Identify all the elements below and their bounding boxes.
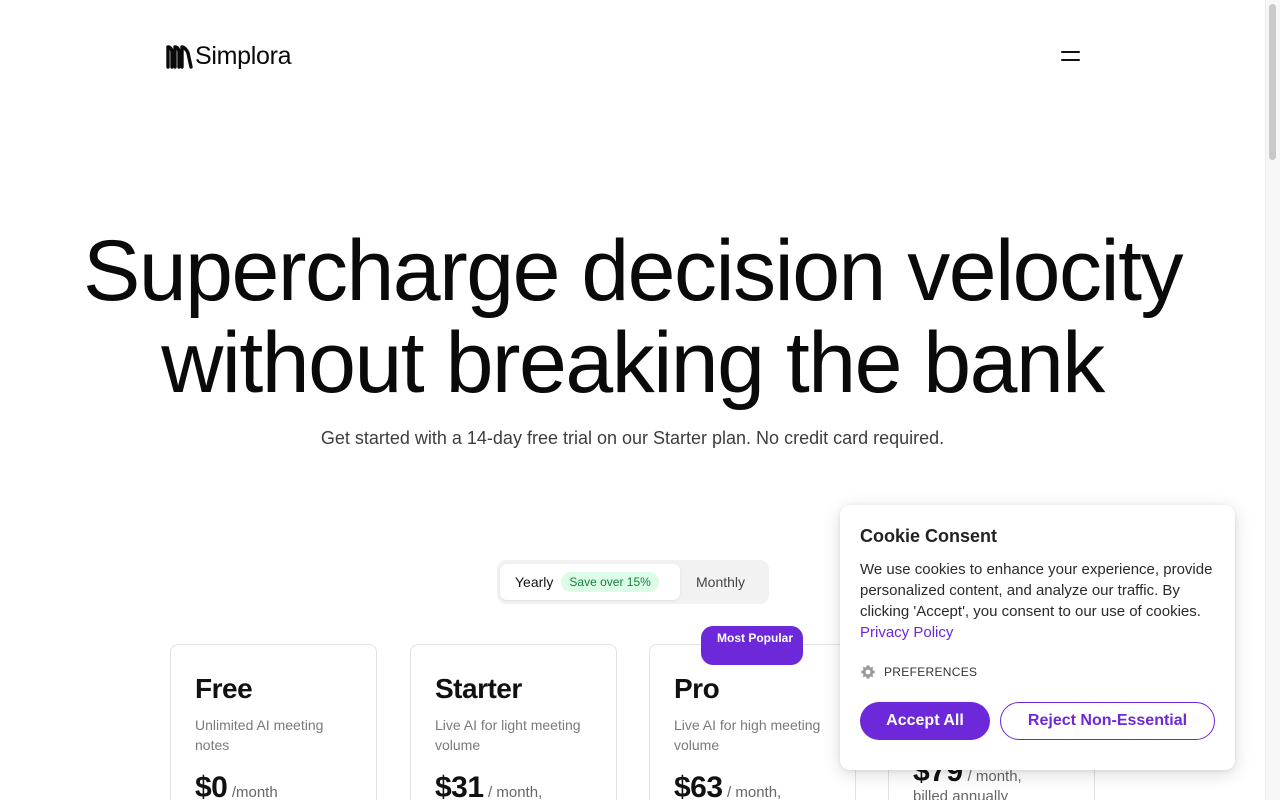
logo-text: Simplora	[195, 42, 292, 70]
logo[interactable]: Simplora	[166, 42, 292, 71]
toggle-monthly-button[interactable]: Monthly	[696, 564, 745, 600]
page-scrollbar[interactable]	[1265, 0, 1280, 800]
cookie-consent-text: We use cookies to enhance your experienc…	[860, 561, 1213, 620]
hero-subtitle: Get started with a 14-day free trial on …	[320, 428, 945, 448]
hamburger-menu-icon[interactable]	[1058, 44, 1084, 70]
accept-all-button[interactable]: Accept All	[860, 702, 990, 740]
plan-price: $63 / month,	[674, 771, 781, 800]
reject-non-essential-button[interactable]: Reject Non-Essential	[1000, 702, 1215, 740]
preferences-label: PREFERENCES	[884, 665, 978, 679]
preferences-button[interactable]: PREFERENCES	[860, 664, 977, 680]
plan-price-period: /month	[231, 784, 278, 800]
gear-icon	[861, 665, 875, 679]
hero-title-line2: without breaking the bank	[161, 315, 1105, 411]
site-header: Simplora	[0, 0, 1265, 114]
plan-description: Live AI for high meeting volume	[674, 717, 821, 753]
billing-toggle: Yearly Save over 15% Monthly	[497, 560, 769, 604]
plan-name: Starter	[435, 673, 522, 704]
plan-price-period: / month,	[727, 784, 782, 800]
plan-card-starter: Starter Live AI for light meeting volume…	[410, 644, 617, 800]
cookie-consent-body: We use cookies to enhance your experienc…	[860, 559, 1220, 643]
plan-name: Pro	[674, 673, 720, 704]
plan-price: $0 /month	[195, 771, 278, 800]
plan-description: Live AI for light meeting volume	[435, 717, 581, 753]
plan-card-pro: Pro Live AI for high meeting volume $63 …	[649, 644, 856, 800]
cookie-consent-title: Cookie Consent	[860, 526, 998, 546]
plan-price-amount: $63	[674, 771, 723, 800]
plan-price: $31 / month,	[435, 771, 542, 800]
plan-name: Free	[195, 673, 253, 704]
scrollbar-thumb[interactable]	[1269, 4, 1276, 160]
plan-description: Unlimited AI meeting notes	[195, 717, 324, 753]
hero-title: Supercharge decision velocity without br…	[0, 225, 1265, 409]
plan-price-amount: $0	[195, 771, 228, 800]
hero-title-line1: Supercharge decision velocity	[82, 223, 1184, 319]
plan-price-period: / month,	[967, 768, 1022, 785]
plan-price-amount: $31	[435, 771, 484, 800]
privacy-policy-link[interactable]: Privacy Policy	[860, 624, 953, 641]
toggle-yearly-button[interactable]: Yearly Save over 15%	[500, 564, 680, 600]
toggle-yearly-label: Yearly	[515, 574, 554, 590]
most-popular-badge: Most Popular	[701, 626, 803, 665]
plan-price-period: / month,	[488, 784, 543, 800]
cookie-consent-dialog: Cookie Consent We use cookies to enhance…	[840, 505, 1235, 770]
plan-billing-note: billed annually	[913, 788, 1009, 800]
plan-card-free: Free Unlimited AI meeting notes $0 /mont…	[170, 644, 377, 800]
save-badge: Save over 15%	[561, 572, 659, 592]
simplora-logo-icon	[166, 44, 193, 69]
